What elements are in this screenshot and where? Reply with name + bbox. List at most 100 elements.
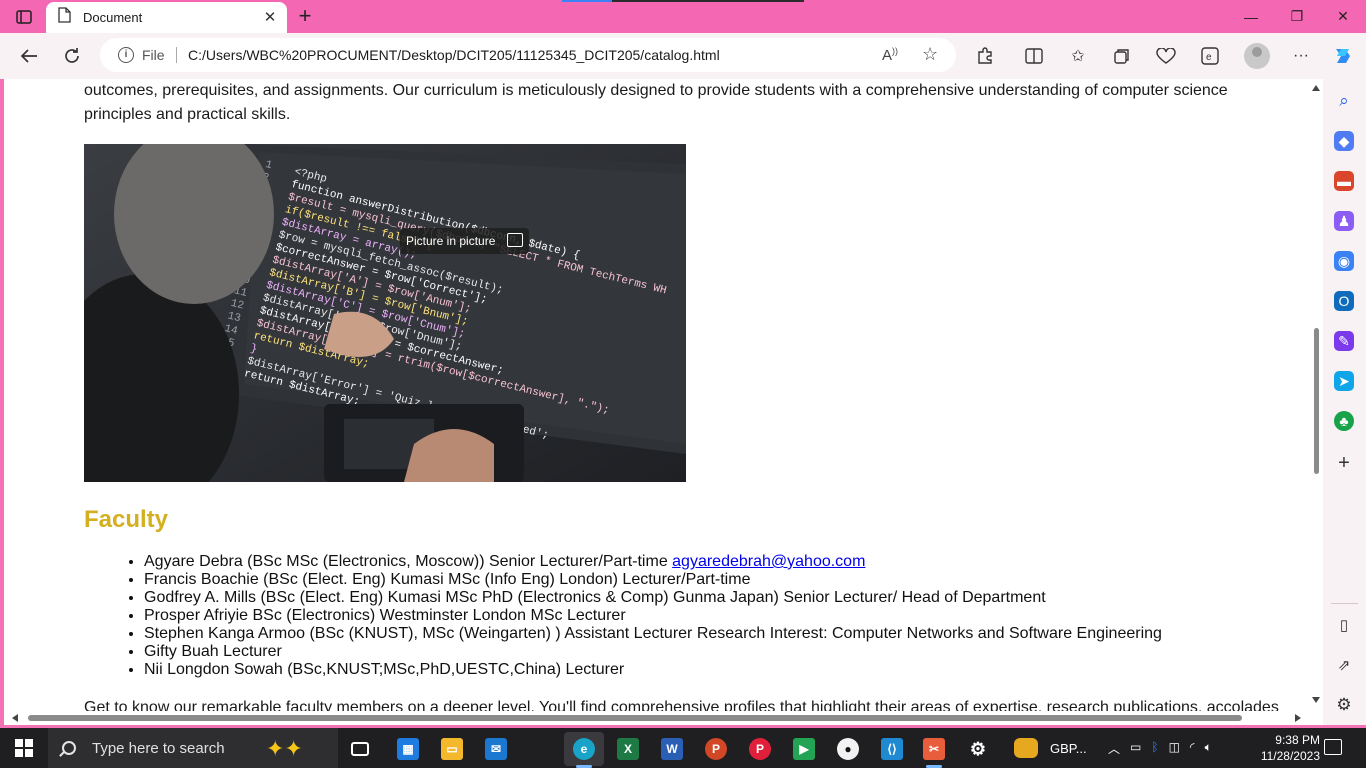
picture-in-picture-button[interactable]: Picture in picture	[400, 228, 530, 254]
open-external-icon[interactable]: ⇗	[1334, 655, 1354, 675]
info-icon[interactable]: i	[118, 47, 134, 63]
excel-icon[interactable]: X	[608, 732, 648, 766]
navigation-bar: i File C:/Users/WBC%20PROCUMENT/Desktop/…	[0, 33, 1366, 79]
powerpoint-icon[interactable]: P	[696, 732, 736, 766]
favorites-icon[interactable]: ✩	[1066, 44, 1090, 68]
sidebar-panel-icon[interactable]: ▯	[1334, 615, 1354, 635]
tab-title: Document	[83, 10, 143, 25]
google-play-icon[interactable]: ▶	[784, 732, 824, 766]
faculty-item: Agyare Debra (BSc MSc (Electronics, Mosc…	[144, 553, 1162, 571]
close-tab-icon[interactable]: ✕	[261, 8, 279, 26]
faculty-item: Stephen Kanga Armoo (BSc (KNUST), MSc (W…	[144, 625, 1162, 643]
clock-date: 11/28/2023	[1260, 749, 1320, 763]
read-aloud-icon[interactable]: A))	[882, 46, 898, 64]
scroll-down-arrow[interactable]	[1312, 697, 1320, 703]
weather-coin-icon	[1014, 738, 1038, 758]
notifications-icon[interactable]	[1324, 739, 1342, 755]
taskbar-search[interactable]: Type here to search ✦✦	[48, 728, 338, 768]
search-placeholder: Type here to search	[92, 739, 225, 757]
browser-essentials-icon[interactable]: e	[1198, 44, 1222, 68]
split-screen-icon[interactable]	[1022, 44, 1046, 68]
snipping-tool-icon[interactable]: ✂	[914, 732, 954, 766]
url-text[interactable]: C:/Users/WBC%20PROCUMENT/Desktop/DCIT205…	[188, 47, 720, 63]
vertical-scrollbar[interactable]	[1309, 79, 1323, 711]
search-highlight-icon: ✦✦	[266, 736, 303, 761]
scroll-left-arrow[interactable]	[12, 714, 18, 722]
clock-time: 9:38 PM	[1275, 733, 1320, 747]
faculty-item: Godfrey A. Mills (BSc (Elect. Eng) Kumas…	[144, 589, 1162, 607]
extensions-icon[interactable]	[973, 44, 997, 68]
profile-avatar[interactable]	[1244, 43, 1270, 69]
performance-icon[interactable]	[1154, 44, 1178, 68]
horizontal-scrollbar[interactable]	[4, 711, 1309, 725]
wifi-icon[interactable]: ◜	[1190, 740, 1195, 757]
drop-icon[interactable]: ➤	[1334, 371, 1354, 391]
svg-text:e: e	[1206, 52, 1212, 63]
start-button[interactable]	[0, 728, 48, 768]
code-photo: 1<?php2function answerDistribution($dbco…	[84, 144, 686, 482]
search-icon[interactable]: ⌕	[1334, 91, 1354, 111]
camera-icon[interactable]: ◫	[1169, 740, 1180, 757]
back-button[interactable]	[14, 41, 44, 71]
tab-strip-indicator	[562, 0, 804, 2]
github-icon[interactable]: ●	[828, 732, 868, 766]
tab-actions-icon[interactable]	[10, 6, 38, 28]
tools-briefcase-icon[interactable]: ▬	[1334, 171, 1354, 191]
microsoft-365-icon[interactable]: ◉	[1334, 251, 1354, 271]
file-explorer-icon[interactable]: ▭	[432, 732, 472, 766]
bluetooth-icon[interactable]: ᛒ	[1151, 740, 1158, 757]
faculty-list: Agyare Debra (BSc MSc (Electronics, Mosc…	[144, 553, 1162, 679]
shopping-tag-icon[interactable]: ◆	[1334, 131, 1354, 151]
settings-icon[interactable]: ⚙	[958, 732, 998, 766]
scroll-up-arrow[interactable]	[1312, 85, 1320, 91]
pip-label: Picture in picture	[406, 234, 496, 248]
minimize-button[interactable]: —	[1228, 0, 1274, 33]
system-tray: ︿ ▭ ᛒ ◫ ◜ 🔈︎	[1108, 740, 1212, 757]
battery-icon[interactable]: ▭	[1130, 740, 1141, 757]
microsoft-store-icon[interactable]: ▦	[388, 732, 428, 766]
restore-button[interactable]: ❐	[1274, 0, 1320, 33]
search-icon	[62, 741, 76, 755]
new-tab-button[interactable]: +	[292, 3, 318, 28]
collections-icon[interactable]	[1110, 44, 1134, 68]
favorite-star-icon[interactable]: ☆	[922, 44, 938, 65]
tree-icon[interactable]: ♣	[1334, 411, 1354, 431]
games-icon[interactable]: ♟	[1334, 211, 1354, 231]
volume-icon[interactable]: 🔈︎	[1205, 740, 1212, 757]
page-viewport: outcomes, prerequisites, and assignments…	[4, 79, 1323, 725]
close-window-button[interactable]: ✕	[1320, 0, 1366, 33]
address-bar[interactable]: i File C:/Users/WBC%20PROCUMENT/Desktop/…	[100, 38, 956, 72]
outlook-icon[interactable]: O	[1334, 291, 1354, 311]
mail-icon[interactable]: ✉	[476, 732, 516, 766]
file-label: File	[142, 47, 165, 63]
tray-chevron-icon[interactable]: ︿	[1108, 740, 1120, 757]
vscode-icon[interactable]: ⟨⟩	[872, 732, 912, 766]
faculty-item: Prosper Afriyie BSc (Electronics) Westmi…	[144, 607, 1162, 625]
settings-gear-icon[interactable]: ⚙	[1334, 695, 1354, 715]
designer-icon[interactable]: ✎	[1334, 331, 1354, 351]
page-content: outcomes, prerequisites, and assignments…	[4, 79, 1309, 711]
refresh-button[interactable]	[57, 41, 87, 71]
word-icon[interactable]: W	[652, 732, 692, 766]
faculty-item: Nii Longdon Sowah (BSc,KNUST;MSc,PhD,UES…	[144, 661, 1162, 679]
faculty-item: Gifty Buah Lecturer	[144, 643, 1162, 661]
title-bar: Document ✕ + — ❐ ✕	[0, 0, 1366, 33]
add-sidebar-app-icon[interactable]: +	[1334, 452, 1354, 474]
edge-browser-icon[interactable]: e	[564, 732, 604, 766]
faculty-text: Agyare Debra (BSc MSc (Electronics, Mosc…	[144, 553, 673, 570]
clock[interactable]: 9:38 PM 11/28/2023	[1261, 732, 1320, 764]
faculty-email-link[interactable]: agyaredebrah@yahoo.com	[672, 553, 865, 570]
pinterest-icon[interactable]: P	[740, 732, 780, 766]
vertical-scroll-thumb[interactable]	[1314, 328, 1319, 474]
weather-widget[interactable]: GBP...	[1014, 736, 1087, 760]
task-view-icon[interactable]	[340, 732, 380, 766]
edge-sidebar: ⌕ ◆ ▬ ♟ ◉ O ✎ ➤ ♣ + ▯ ⇗ ⚙	[1323, 79, 1366, 725]
tab-document[interactable]: Document ✕	[46, 2, 287, 33]
scroll-right-arrow[interactable]	[1295, 714, 1301, 722]
pip-icon	[507, 233, 524, 247]
horizontal-scroll-thumb[interactable]	[28, 715, 1242, 721]
more-menu-icon[interactable]: ···	[1289, 44, 1313, 68]
taskbar: Type here to search ✦✦ ▦ ▭ ✉ e X W P P ▶…	[0, 728, 1366, 768]
copilot-icon[interactable]	[1331, 44, 1355, 68]
intro-paragraph: outcomes, prerequisites, and assignments…	[84, 82, 1228, 123]
